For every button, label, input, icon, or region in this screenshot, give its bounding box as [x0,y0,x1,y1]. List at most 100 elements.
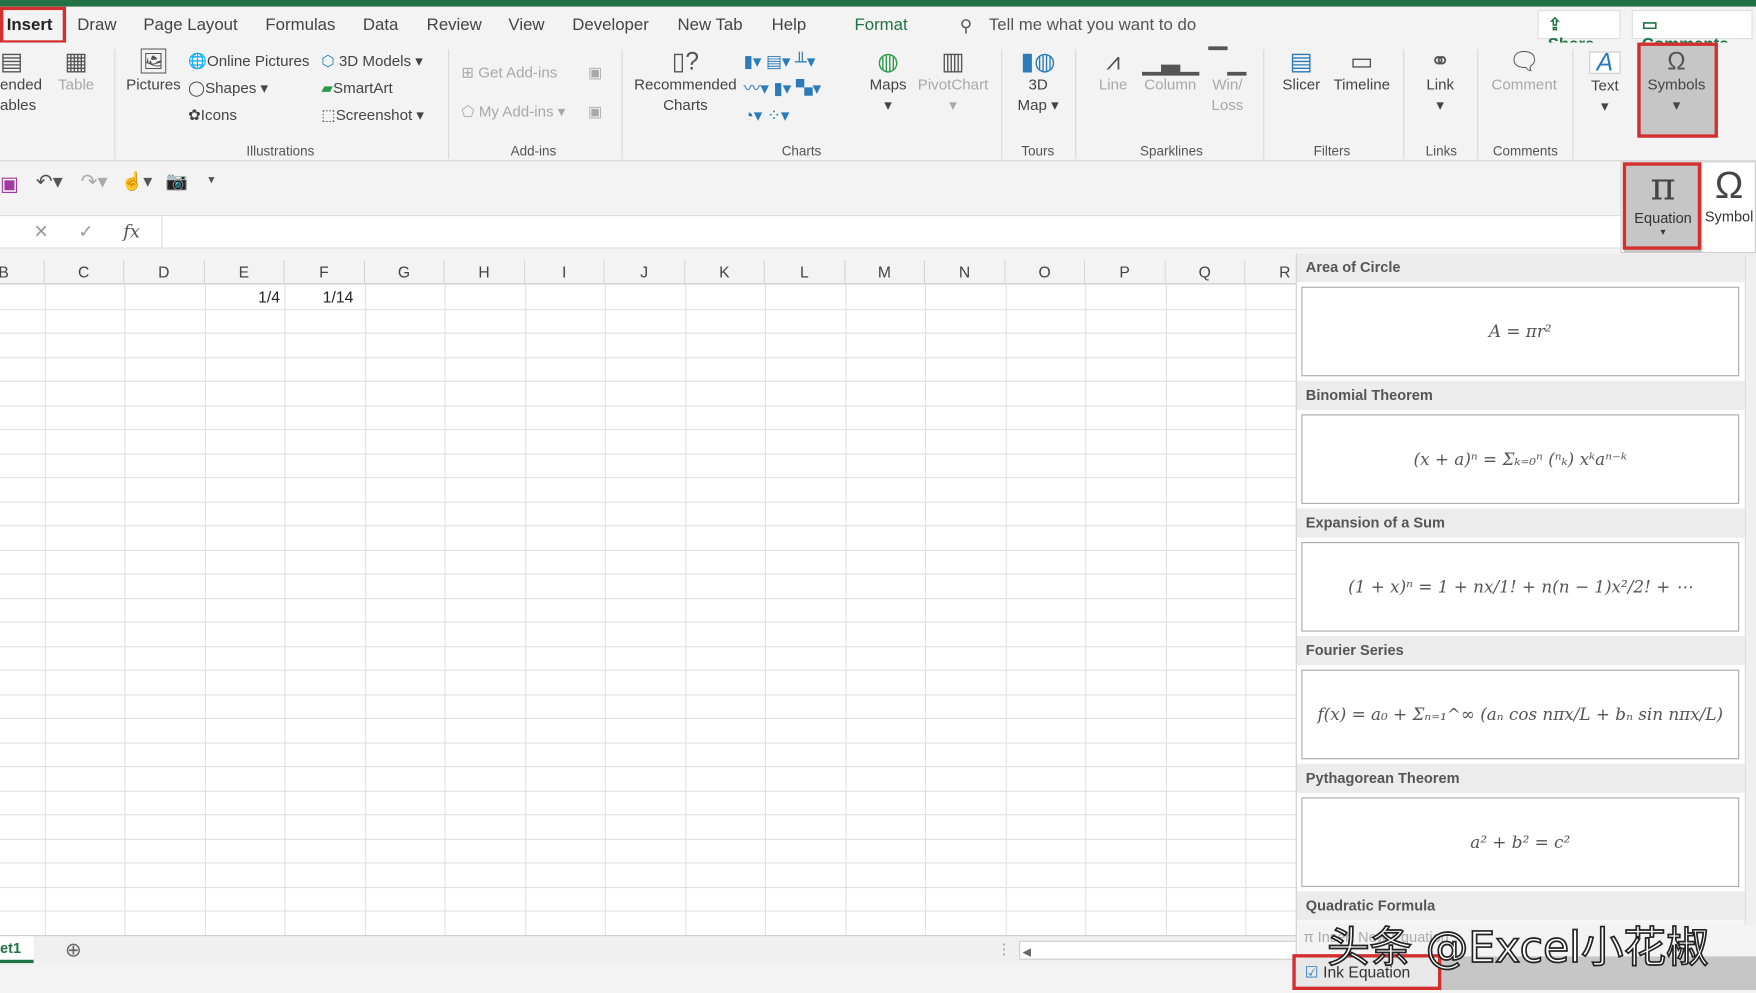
label: Loss [1211,96,1244,114]
sheet-tab[interactable]: et1 [0,936,34,964]
tab-review[interactable]: Review [427,16,482,35]
table-button[interactable]: ▦ Table [56,49,96,96]
add-sheet-icon[interactable]: ⊕ [65,938,82,962]
maps-button[interactable]: ◍ Maps ▾ [867,49,910,116]
gallery-scrollbar[interactable] [1744,255,1756,926]
winloss-icon: ▔▁ [1208,47,1247,76]
tab-view[interactable]: View [508,16,544,35]
row-line [0,404,1297,406]
my-addins-button[interactable]: ⬠ My Add-ins ▾ [461,102,565,122]
link-icon: ⚭ [1429,47,1451,76]
touch-mode-icon[interactable]: ☝▾ [121,170,152,192]
tab-developer[interactable]: Developer [572,16,649,35]
column-header-P[interactable]: P [1085,259,1166,285]
column-header-G[interactable]: G [364,259,445,285]
sparkline-column-button[interactable]: ▁▃▁ Column [1142,49,1199,96]
sparkline-winloss-button[interactable]: ▔▁ Win/Loss [1207,47,1247,116]
row-line [0,477,1297,479]
chart-type-buttons[interactable]: ▮▾ ▤▾ ╨▾ 〰▾ ▮▾ ▚▾ ◔▾ ⁘▾ [744,49,856,130]
tab-page-layout[interactable]: Page Layout [143,16,237,35]
line-sparkline-icon: ⩘ [1106,47,1121,76]
cell-F1[interactable]: 1/14 [284,288,354,306]
people-graph-icon[interactable]: ▣ [588,102,602,122]
excel-window: Insert Draw Page Layout Formulas Data Re… [0,0,1756,993]
symbol-button[interactable]: Ω Symbol [1702,162,1756,252]
share-button[interactable]: ⇪ Share [1537,10,1621,54]
scroll-left-icon[interactable]: ◀ [1020,946,1031,958]
column-header-M[interactable]: M [844,259,926,285]
splitter-handle[interactable]: ⋮ [997,941,1012,959]
online-pictures-button[interactable]: 🌐Online Pictures [188,52,309,72]
column-header-I[interactable]: I [524,259,605,285]
recommended-pivot-button[interactable]: ▤ ended ables [0,49,49,116]
horizontal-scrollbar[interactable]: ◀ [1019,940,1297,960]
cancel-icon[interactable]: ✕ [34,221,49,243]
divider [1263,49,1265,160]
customize-qat-icon[interactable]: ▾ [208,172,214,187]
column-header-F[interactable]: F [284,259,365,285]
icons-button[interactable]: ✿Icons [188,105,237,125]
shapes-button[interactable]: ◯Shapes ▾ [188,78,268,98]
sparkline-line-button[interactable]: ⩘ Line [1093,47,1133,96]
column-header-O[interactable]: O [1005,259,1086,285]
bing-icon[interactable]: ▣ [588,63,602,83]
column-header-B[interactable]: B [0,259,45,285]
cell-E1[interactable]: 1/4 [204,288,280,306]
column-header-J[interactable]: J [604,259,685,285]
pictures-button[interactable]: 🖼 Pictures [125,49,181,96]
tab-formulas[interactable]: Formulas [265,16,335,35]
column-header-R[interactable]: R [1245,259,1297,285]
recommended-charts-button[interactable]: ▯? Recommended Charts [634,47,737,116]
timeline-button[interactable]: ▭ Timeline [1330,49,1393,96]
column-header-K[interactable]: K [684,259,765,285]
equation-item[interactable]: (x + a)ⁿ = Σₖ₌₀ⁿ (ⁿₖ) xᵏaⁿ⁻ᵏ [1301,414,1740,504]
redo-icon[interactable]: ↷▾ [81,170,108,194]
tab-data[interactable]: Data [363,16,398,35]
row-line [0,669,1297,671]
pivotchart-button[interactable]: ▥ PivotChart ▾ [916,47,990,116]
row-line [0,790,1297,792]
screenshot-button[interactable]: ⬚Screenshot ▾ [321,105,424,125]
tab-new-tab[interactable]: New Tab [678,16,743,35]
tell-me-input[interactable]: Tell me what you want to do [989,16,1196,35]
text-button[interactable]: A Text ▾ [1584,50,1627,117]
smartart-button[interactable]: ▰SmartArt [321,78,392,98]
column-header-H[interactable]: H [444,259,525,285]
column-line [204,284,206,936]
group-label: Sparklines [1140,143,1203,160]
recommended-charts-icon: ▯? [671,47,700,76]
save-icon[interactable]: ▣ [0,172,19,196]
column-header-C[interactable]: C [44,259,125,285]
column-header-E[interactable]: E [204,259,285,285]
link-button[interactable]: ⚭ Link ▾ [1418,47,1463,116]
3d-models-button[interactable]: ⬡ 3D Models ▾ [321,52,422,72]
column-header-N[interactable]: N [925,259,1006,285]
screenshot-icon: ⬚ [321,106,336,124]
3d-map-button[interactable]: ▮◍ 3D Map ▾ [1012,49,1064,116]
row-line [0,452,1297,455]
tab-format[interactable]: Format [854,16,907,35]
slicer-button[interactable]: ▤ Slicer [1277,49,1326,96]
column-header-D[interactable]: D [124,259,205,285]
insert-function-button[interactable]: fx [123,221,140,242]
tab-help[interactable]: Help [772,16,807,35]
formula-input[interactable] [161,216,1624,248]
undo-icon[interactable]: ↶▾ [36,170,63,194]
equation-item[interactable]: A = πr² [1301,286,1740,377]
equation-item[interactable]: a² + b² = c² [1301,797,1740,887]
comment-button[interactable]: 🗨 Comment [1487,49,1561,96]
enter-icon[interactable]: ✓ [78,221,93,243]
column-header-L[interactable]: L [764,259,845,285]
camera-icon[interactable]: 📷 [166,170,188,192]
column-header-Q[interactable]: Q [1165,259,1246,285]
tab-draw[interactable]: Draw [77,16,116,35]
get-addins-button[interactable]: ⊞ Get Add-ins [461,63,557,83]
pivotchart-icon: ▥ [941,47,965,76]
label: ables [0,96,37,114]
group-label: Filters [1313,143,1351,160]
equation-item[interactable]: (1 + x)ⁿ = 1 + nx/1! + n(n − 1)x²/2! + ⋯ [1301,542,1740,632]
equation-item[interactable]: f(x) = a₀ + Σₙ₌₁^∞ (aₙ cos nπx/L + bₙ si… [1301,669,1740,760]
label: Timeline [1333,76,1391,93]
spreadsheet-grid[interactable]: BCDEFGHIJKLMNOPQR 1/41/14 [0,259,1297,936]
comments-button[interactable]: ▭ Comments [1631,10,1753,54]
